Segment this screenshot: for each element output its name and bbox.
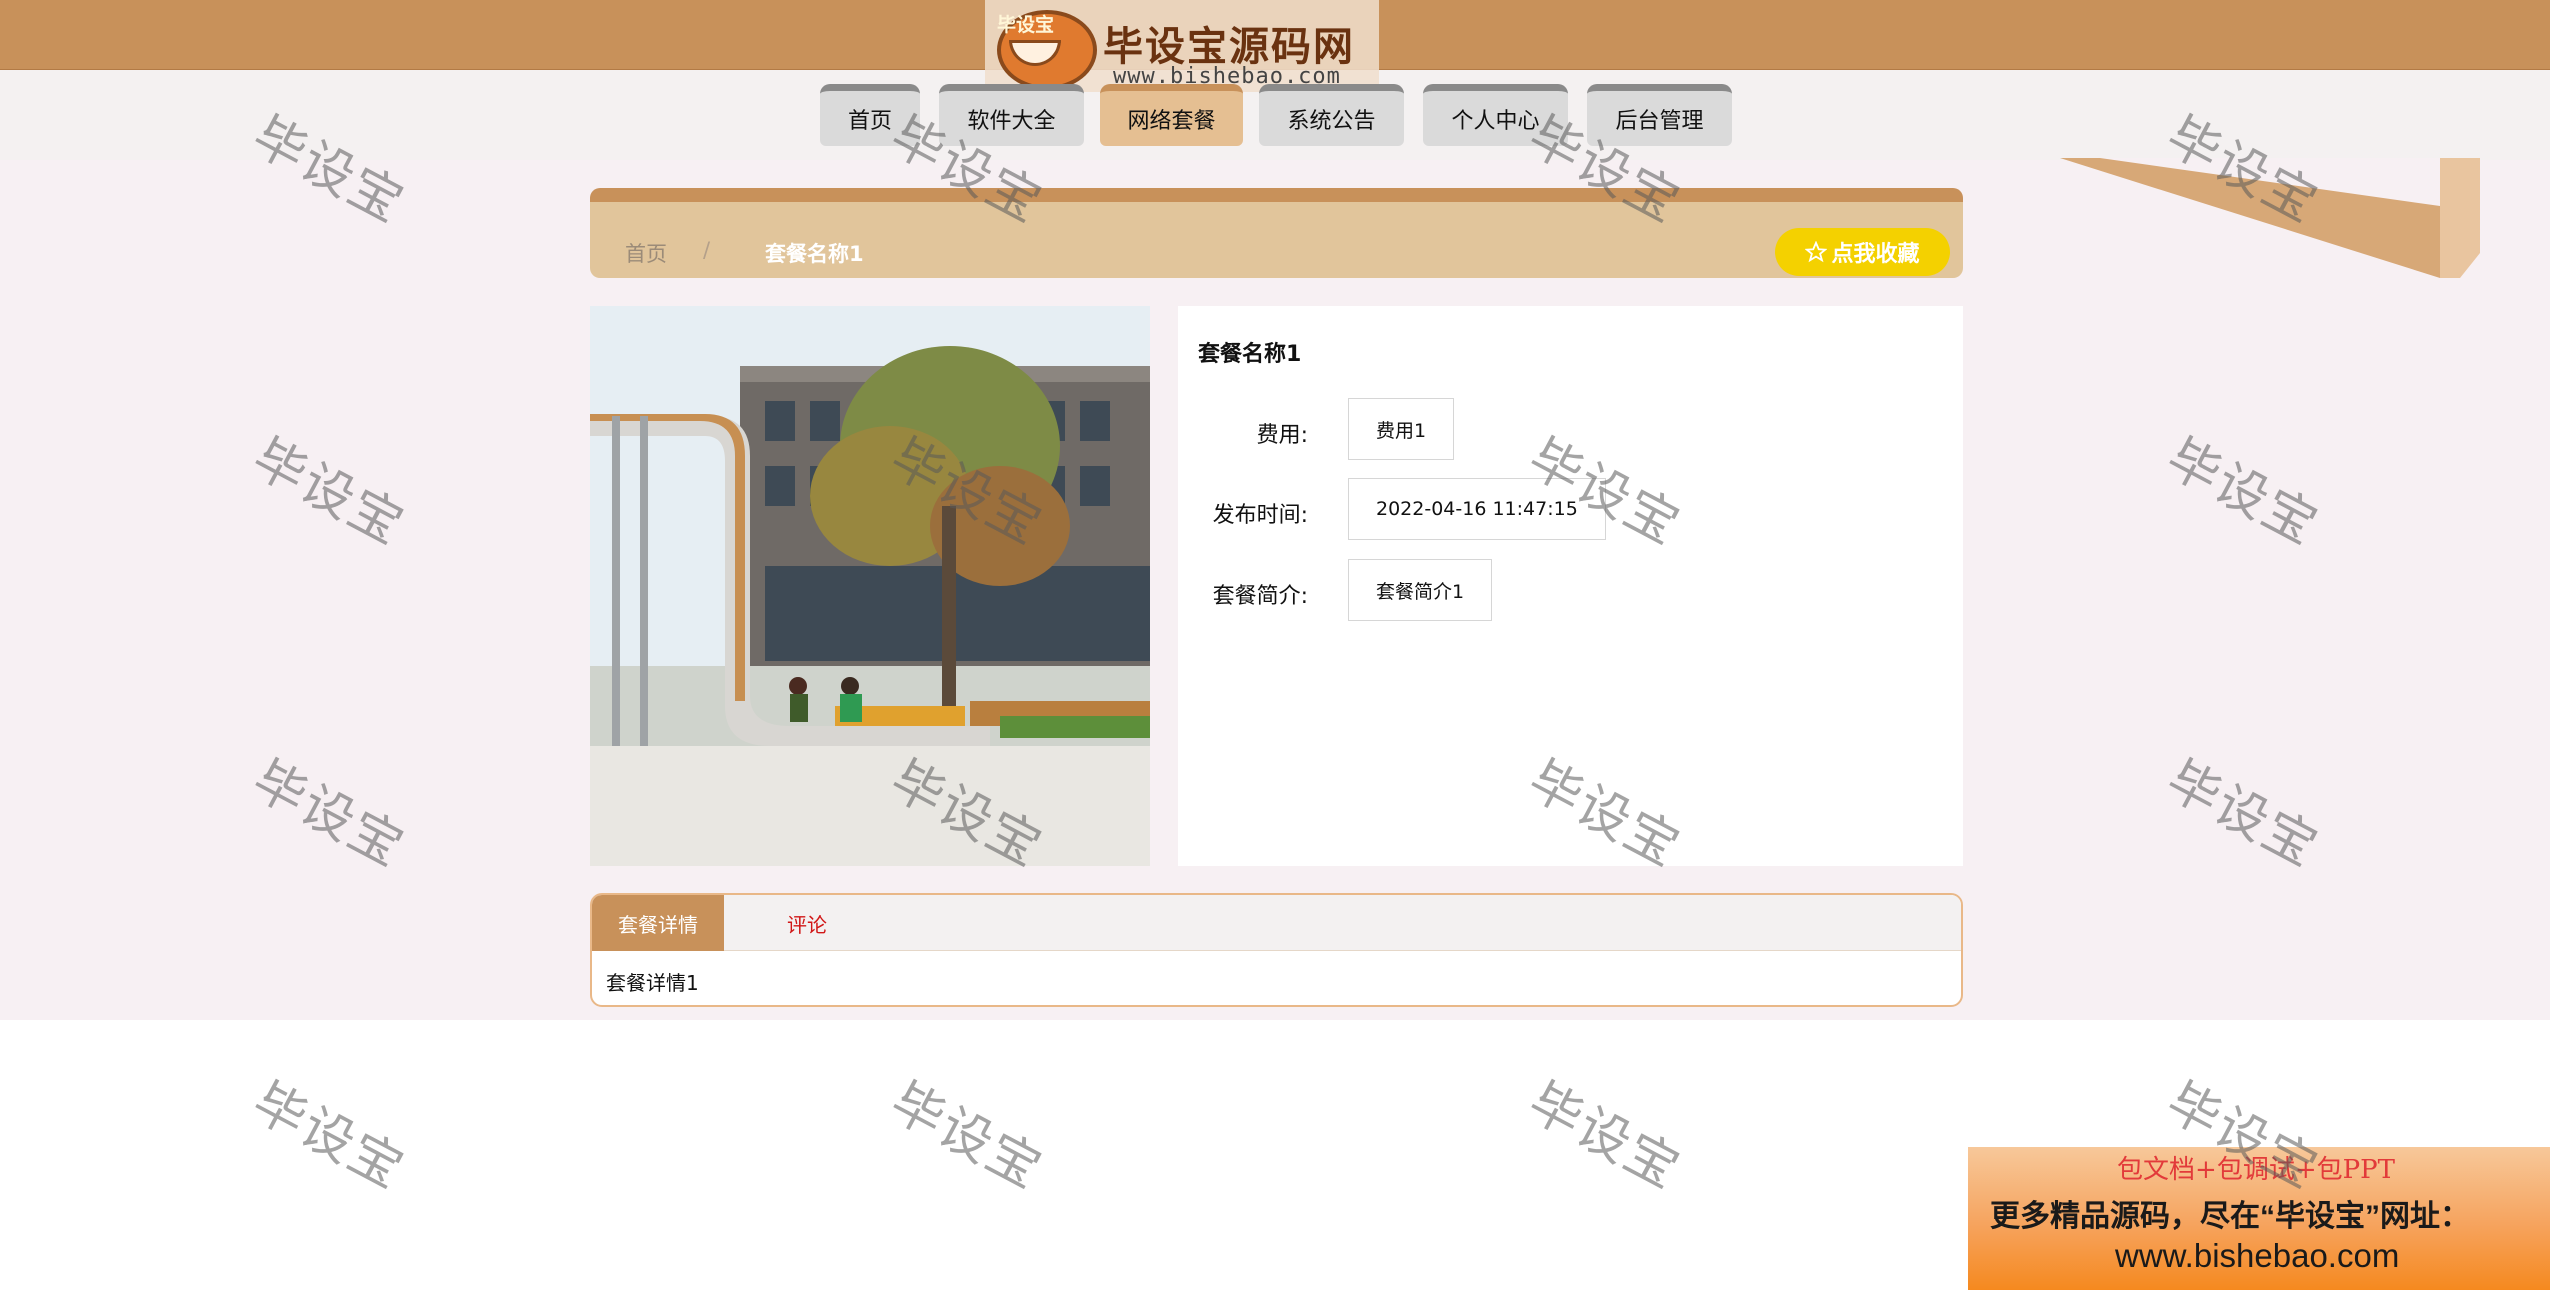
favorite-button-label: 点我收藏: [1831, 242, 1920, 267]
breadcrumb-current: 套餐名称1: [765, 242, 864, 266]
package-photo: [590, 306, 1150, 866]
star-outline-icon: [1805, 241, 1828, 263]
promo-line-1: 包文档+包调试+包PPT: [2117, 1155, 2395, 1185]
tab-header: 套餐详情 评论: [592, 895, 1961, 951]
nav-item-admin[interactable]: 后台管理: [1587, 84, 1732, 146]
nav-item-home[interactable]: 首页: [820, 84, 920, 146]
detail-tabs: 套餐详情 评论 套餐详情1: [590, 893, 1963, 1007]
site-logo[interactable]: 毕设宝 毕设宝源码网 www.bishebao.com: [985, 0, 1379, 92]
favorite-button[interactable]: 点我收藏: [1775, 228, 1950, 276]
nav-item-announcements[interactable]: 系统公告: [1259, 84, 1404, 146]
breadcrumb-home-link[interactable]: 首页: [625, 238, 667, 268]
package-info-panel: 套餐名称1 费用: 费用1 发布时间: 2022-04-16 11:47:15 …: [1178, 306, 1963, 866]
tab-package-details[interactable]: 套餐详情: [592, 895, 724, 951]
package-intro-label: 套餐简介:: [1212, 584, 1308, 609]
promo-line-3: www.bishebao.com: [2115, 1237, 2400, 1274]
breadcrumb-separator: /: [703, 238, 711, 262]
package-title: 套餐名称1: [1198, 342, 1302, 367]
fee-label: 费用:: [1256, 423, 1308, 448]
tab-comments[interactable]: 评论: [742, 895, 872, 951]
package-image: [590, 306, 1150, 866]
package-intro-value: 套餐简介1: [1348, 559, 1493, 621]
publish-time-label: 发布时间:: [1212, 503, 1308, 528]
logo-badge-text: 毕设宝: [997, 14, 1055, 36]
tab-content: 套餐详情1: [606, 971, 699, 995]
nav-item-network-package[interactable]: 网络套餐: [1100, 84, 1243, 146]
breadcrumb: 首页 / 套餐名称1 点我收藏: [590, 188, 1963, 278]
fee-value: 费用1: [1348, 398, 1455, 460]
corner-ribbon-decoration: [2060, 158, 2480, 278]
watermark: 毕设宝: [880, 1071, 1053, 1201]
nav-item-software[interactable]: 软件大全: [939, 84, 1084, 146]
nav-item-personal-center[interactable]: 个人中心: [1423, 84, 1568, 146]
promo-banner[interactable]: 包文档+包调试+包PPT 更多精品源码，尽在“毕设宝”网址： www.bishe…: [1968, 1147, 2550, 1290]
watermark: 毕设宝: [1518, 1071, 1691, 1201]
publish-time-value: 2022-04-16 11:47:15: [1348, 478, 1606, 540]
watermark: 毕设宝: [242, 1071, 415, 1201]
promo-line-2: 更多精品源码，尽在“毕设宝”网址：: [1990, 1200, 2470, 1233]
